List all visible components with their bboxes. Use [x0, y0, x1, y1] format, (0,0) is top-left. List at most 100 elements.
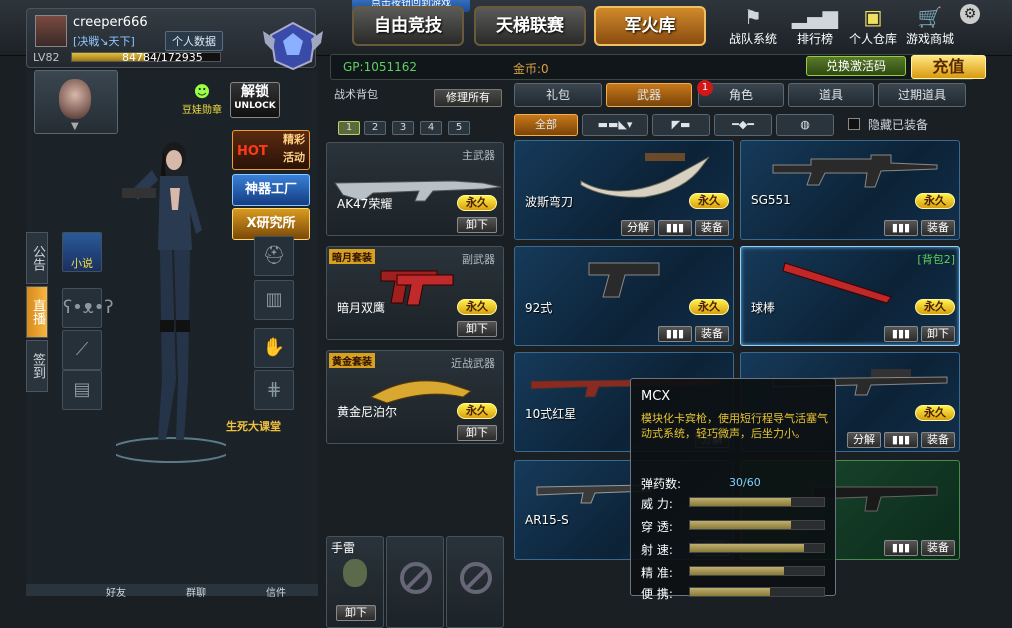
equip-button[interactable]: 装备: [921, 220, 955, 236]
filter-all[interactable]: 全部: [514, 114, 578, 136]
unequip-button[interactable]: 卸下: [457, 321, 497, 337]
friends-button[interactable]: 好友: [106, 584, 126, 599]
stats-button[interactable]: ▮▮▮: [884, 220, 918, 236]
filter-pistol-icon[interactable]: ◤▬: [652, 114, 710, 136]
xp-text: 84784/172935: [122, 51, 203, 64]
weapon-name: AR15-S: [525, 513, 569, 527]
tab-items[interactable]: 道具: [788, 83, 874, 107]
disassemble-button[interactable]: 分解: [847, 432, 881, 448]
chevron-down-icon[interactable]: ▼: [71, 121, 79, 132]
nav-free-battle[interactable]: 自由竞技: [352, 6, 464, 46]
rank-emblem-icon: [263, 21, 323, 71]
life-death-course-button[interactable]: 生死大课堂: [226, 418, 281, 434]
vest-slot-icon[interactable]: ▥: [254, 280, 294, 320]
secondary-weapon-slot[interactable]: 暗月套装 副武器 暗月双鹰 永久 卸下: [326, 246, 504, 340]
unequip-button[interactable]: 卸下: [457, 217, 497, 233]
empty-slot[interactable]: [386, 536, 444, 628]
cart-icon: 🛒: [917, 5, 943, 29]
equip-button[interactable]: 装备: [695, 326, 729, 342]
primary-weapon-slot[interactable]: 主武器 AK47荣耀 永久 卸下: [326, 142, 504, 236]
weapon-card[interactable]: [背包2] 球棒 永久 ▮▮▮ 卸下: [740, 246, 960, 346]
team-system-button[interactable]: ⚑ 战队系统: [726, 4, 780, 48]
equip-button[interactable]: 装备: [695, 220, 729, 236]
ammo-slot-icon[interactable]: ⋕: [254, 370, 294, 410]
tab-gift-pack[interactable]: 礼包: [514, 83, 602, 107]
baseball-bat-icon: [782, 262, 892, 304]
stat-fill: [690, 567, 784, 575]
stats-button[interactable]: ▮▮▮: [884, 540, 918, 556]
stats-button[interactable]: ▮▮▮: [658, 326, 692, 342]
grenade-slot[interactable]: 手雷 卸下: [326, 536, 384, 628]
repair-all-button[interactable]: 修理所有: [434, 89, 502, 107]
accessory-slot-icon[interactable]: ⟋: [62, 330, 102, 370]
character-portrait[interactable]: ▼: [34, 70, 118, 134]
clan-name[interactable]: [决戦↘天下]: [73, 33, 135, 49]
gp-amount: GP:1051162: [343, 60, 418, 74]
filter-grenade-icon[interactable]: ◍: [776, 114, 834, 136]
mall-button[interactable]: 🛒 游戏商城: [903, 4, 957, 48]
hot-event-button[interactable]: HOT 精彩活动: [232, 130, 310, 170]
stat-fill: [690, 544, 804, 552]
mail-button[interactable]: 信件: [266, 584, 286, 599]
nav-ladder[interactable]: 天梯联赛: [474, 6, 586, 46]
stat-fill: [690, 521, 791, 529]
nav-arsenal[interactable]: 军火库: [594, 6, 706, 46]
tab-weapons[interactable]: 武器: [606, 83, 692, 107]
gloves-slot-icon[interactable]: ✋: [254, 328, 294, 368]
stat-label: 精 准:: [641, 566, 673, 580]
helmet-slot-icon[interactable]: ⛑: [254, 236, 294, 276]
settings-gear-icon[interactable]: ⚙: [960, 4, 980, 24]
empty-slot[interactable]: [446, 536, 504, 628]
page-2[interactable]: 2: [364, 121, 386, 135]
sidetab-checkin[interactable]: 签到: [26, 340, 48, 392]
stat-label: 便 携:: [641, 587, 673, 601]
doudou-medal-button[interactable]: ☻ 豆娃勋章: [178, 82, 226, 116]
equip-button[interactable]: 装备: [921, 540, 955, 556]
pack-slot-icon[interactable]: ▤: [62, 370, 102, 410]
unlock-button[interactable]: 解锁 UNLOCK: [230, 82, 280, 118]
permanent-badge: 永久: [915, 299, 955, 315]
dual-pistol-icon: [380, 270, 454, 306]
filter-knife-icon[interactable]: ━◆━: [714, 114, 772, 136]
hide-equipped-checkbox[interactable]: [848, 118, 860, 130]
tab-roles[interactable]: 1 角色: [697, 80, 784, 107]
page-4[interactable]: 4: [420, 121, 442, 135]
artifact-factory-button[interactable]: 神器工厂: [232, 174, 310, 206]
teddy-bear-icon[interactable]: ʕ•ᴥ•ʔ: [62, 288, 114, 328]
unequip-button[interactable]: 卸下: [336, 605, 376, 621]
slot-type: 主武器: [462, 149, 495, 162]
avatar[interactable]: [35, 15, 67, 47]
warehouse-button[interactable]: ▣ 个人仓库: [843, 4, 903, 48]
personal-data-button[interactable]: 个人数据: [165, 31, 223, 51]
weapon-card[interactable]: 92式 永久 ▮▮▮ 装备: [514, 246, 734, 346]
page-1[interactable]: 1: [338, 121, 360, 135]
weapon-card[interactable]: SG551 永久 ▮▮▮ 装备: [740, 140, 960, 240]
sidetab-announce[interactable]: 公告: [26, 232, 48, 284]
equip-button[interactable]: 装备: [921, 432, 955, 448]
page-5[interactable]: 5: [448, 121, 470, 135]
character-panel: ▼ ☻ 豆娃勋章 解锁 UNLOCK HOT 精彩活动 神器工厂 X研究所 公告 直…: [26, 70, 318, 599]
unequip-button[interactable]: 卸下: [921, 326, 955, 342]
weapon-card[interactable]: 波斯弯刀 永久 分解 ▮▮▮ 装备: [514, 140, 734, 240]
redeem-code-button[interactable]: 兑换激活码: [806, 56, 906, 76]
permanent-badge: 永久: [457, 403, 497, 419]
set-tag: 黄金套装: [329, 353, 375, 368]
flags-icon: ⚑: [744, 5, 762, 29]
charge-button[interactable]: 充值: [911, 55, 986, 79]
stats-button[interactable]: ▮▮▮: [884, 432, 918, 448]
filter-rifle-icon[interactable]: ▬▬◣▾: [582, 114, 648, 136]
sidetab-live[interactable]: 直播: [26, 286, 48, 338]
melee-weapon-slot[interactable]: 黄金套装 近战武器 黄金尼泊尔 永久 卸下: [326, 350, 504, 444]
stats-button[interactable]: ▮▮▮: [658, 220, 692, 236]
level-label: LV82: [33, 51, 60, 64]
tab-expired[interactable]: 过期道具: [878, 83, 966, 107]
group-chat-button[interactable]: 群聊: [186, 584, 206, 599]
unequip-button[interactable]: 卸下: [457, 425, 497, 441]
leaderboard-button[interactable]: ▂▄▆ 排行榜: [788, 4, 842, 48]
page-3[interactable]: 3: [392, 121, 414, 135]
stat-label: 射 速:: [641, 543, 673, 557]
stats-button[interactable]: ▮▮▮: [884, 326, 918, 342]
permanent-badge: 永久: [457, 299, 497, 315]
novel-button[interactable]: 小说: [62, 232, 102, 272]
disassemble-button[interactable]: 分解: [621, 220, 655, 236]
